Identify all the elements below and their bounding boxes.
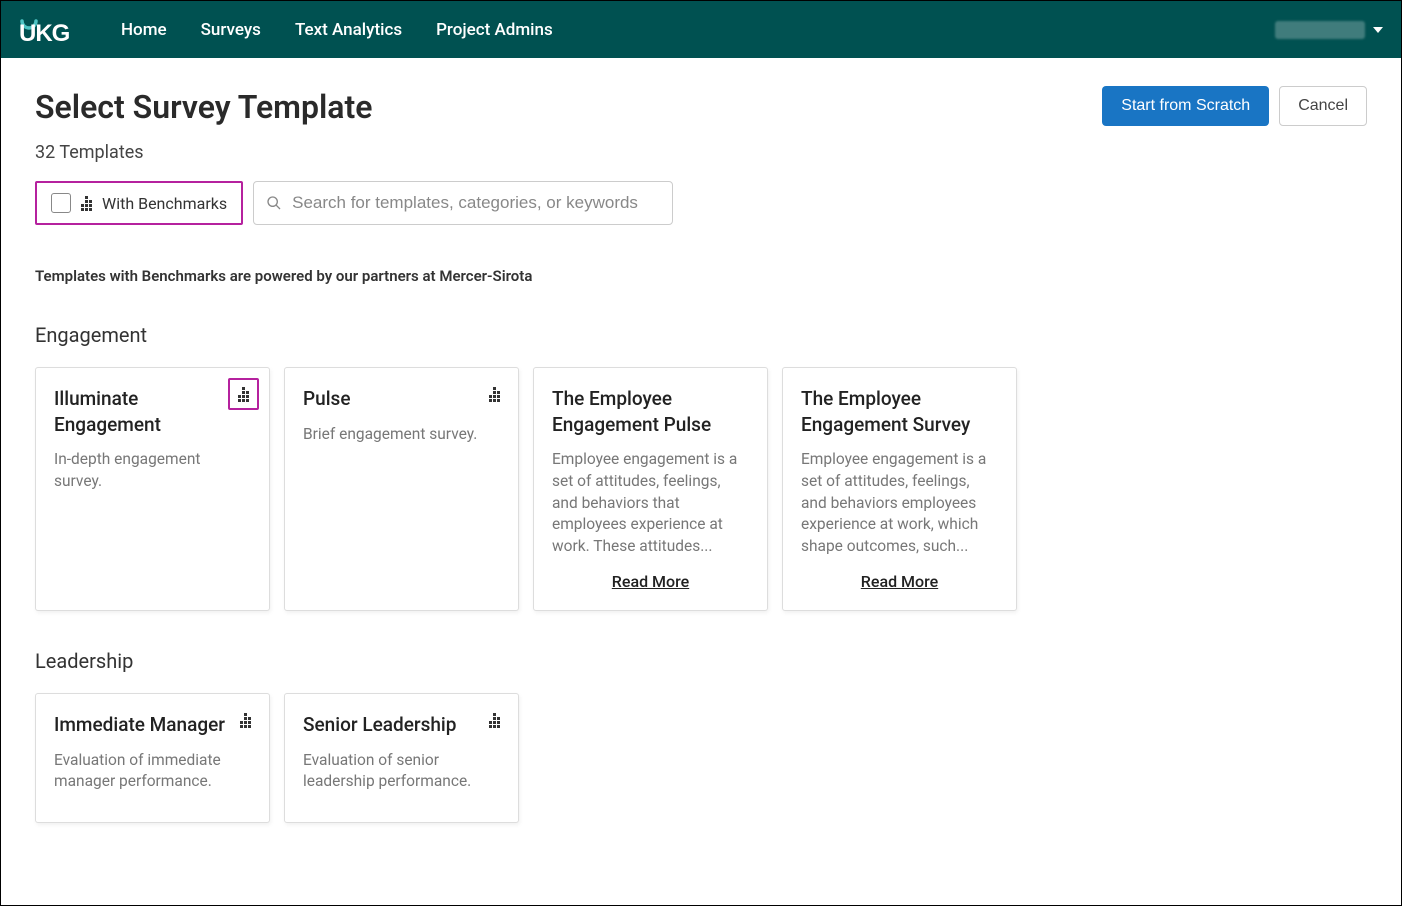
chevron-down-icon	[1373, 27, 1383, 33]
header-actions: Start from Scratch Cancel	[1102, 86, 1367, 126]
brand-logo: UKG	[19, 16, 91, 44]
benchmarks-note: Templates with Benchmarks are powered by…	[35, 267, 1367, 285]
template-card[interactable]: The Employee Engagement Survey Employee …	[782, 367, 1017, 611]
card-description: In-depth engagement survey.	[54, 449, 251, 492]
card-title: The Employee Engagement Pulse	[552, 386, 749, 437]
ukg-logo-svg: UKG	[19, 16, 91, 44]
benchmarks-label: With Benchmarks	[102, 194, 227, 213]
card-title: The Employee Engagement Survey	[801, 386, 998, 437]
cards-leadership: Immediate Manager Evaluation of immediat…	[35, 693, 1367, 823]
benchmark-icon	[489, 386, 500, 402]
card-description: Evaluation of immediate manager performa…	[54, 750, 251, 793]
user-menu[interactable]	[1275, 21, 1383, 39]
card-title: Illuminate Engagement	[54, 386, 220, 437]
main-content: Select Survey Template Start from Scratc…	[1, 58, 1401, 853]
read-more-link[interactable]: Read More	[552, 572, 749, 591]
nav-project-admins[interactable]: Project Admins	[436, 20, 553, 40]
with-benchmarks-filter[interactable]: With Benchmarks	[35, 181, 243, 225]
read-more-link[interactable]: Read More	[801, 572, 998, 591]
card-description: Evaluation of senior leadership performa…	[303, 750, 500, 793]
nav-surveys[interactable]: Surveys	[201, 20, 261, 40]
benchmarks-checkbox[interactable]	[51, 193, 71, 213]
benchmark-icon	[81, 195, 92, 211]
section-title-leadership: Leadership	[35, 649, 1367, 673]
benchmark-icon	[240, 712, 251, 728]
card-title: Pulse	[303, 386, 481, 412]
benchmark-icon	[489, 712, 500, 728]
template-card[interactable]: The Employee Engagement Pulse Employee e…	[533, 367, 768, 611]
svg-text:UKG: UKG	[19, 20, 70, 44]
card-title: Senior Leadership	[303, 712, 481, 738]
card-title: Immediate Manager	[54, 712, 232, 738]
nav-links: Home Surveys Text Analytics Project Admi…	[121, 20, 553, 40]
start-from-scratch-button[interactable]: Start from Scratch	[1102, 86, 1269, 126]
cards-engagement: Illuminate Engagement In-depth engagemen…	[35, 367, 1367, 611]
card-description: Employee engagement is a set of attitude…	[552, 449, 749, 557]
template-card[interactable]: Pulse Brief engagement survey.	[284, 367, 519, 611]
search-input[interactable]	[292, 193, 660, 213]
page-title: Select Survey Template	[35, 88, 1102, 126]
search-icon	[266, 195, 282, 211]
section-title-engagement: Engagement	[35, 323, 1367, 347]
card-description: Employee engagement is a set of attitude…	[801, 449, 998, 557]
top-nav: UKG Home Surveys Text Analytics Project …	[1, 1, 1401, 58]
template-card[interactable]: Illuminate Engagement In-depth engagemen…	[35, 367, 270, 611]
nav-home[interactable]: Home	[121, 20, 167, 40]
template-card[interactable]: Senior Leadership Evaluation of senior l…	[284, 693, 519, 823]
user-name-redacted	[1275, 21, 1365, 39]
search-container[interactable]	[253, 181, 673, 225]
benchmark-icon	[228, 378, 259, 410]
template-count: 32 Templates	[35, 142, 1367, 163]
card-description: Brief engagement survey.	[303, 424, 500, 446]
nav-text-analytics[interactable]: Text Analytics	[295, 20, 402, 40]
cancel-button[interactable]: Cancel	[1279, 86, 1367, 126]
template-card[interactable]: Immediate Manager Evaluation of immediat…	[35, 693, 270, 823]
